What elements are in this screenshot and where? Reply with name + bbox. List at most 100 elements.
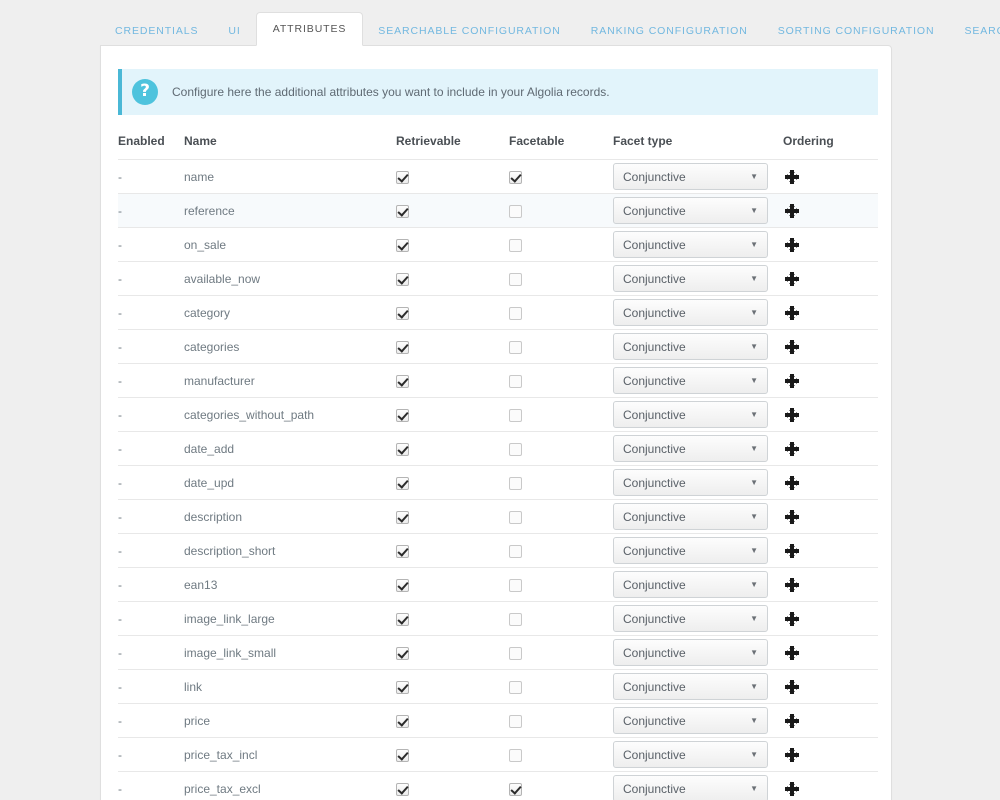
tab-sorting-configuration[interactable]: SORTING CONFIGURATION [763, 14, 950, 46]
facetable-checkbox[interactable] [509, 476, 522, 490]
facetable-checkbox[interactable] [509, 612, 522, 626]
move-arrows-icon[interactable] [785, 713, 799, 728]
move-arrows-icon[interactable] [785, 203, 799, 218]
facet-type-select[interactable]: Conjunctive ▼ [613, 333, 768, 360]
move-arrows-icon[interactable] [785, 543, 799, 558]
facet-type-select[interactable]: Conjunctive ▼ [613, 231, 768, 258]
facet-type-select[interactable]: Conjunctive ▼ [613, 707, 768, 734]
facetable-checkbox[interactable] [509, 646, 522, 660]
table-row[interactable]: - name Conjunctive ▼ [118, 159, 878, 194]
move-arrows-icon[interactable] [785, 237, 799, 252]
facetable-checkbox[interactable] [509, 408, 522, 422]
facetable-checkbox[interactable] [509, 544, 522, 558]
facetable-checkbox[interactable] [509, 782, 522, 796]
tab-credentials[interactable]: CREDENTIALS [100, 14, 213, 46]
move-arrows-icon[interactable] [785, 339, 799, 354]
facetable-checkbox[interactable] [509, 170, 522, 184]
tab-search-term[interactable]: SEARCH TERM [949, 14, 1000, 46]
facet-type-select[interactable]: Conjunctive ▼ [613, 435, 768, 462]
facet-type-select[interactable]: Conjunctive ▼ [613, 741, 768, 768]
facet-type-select[interactable]: Conjunctive ▼ [613, 503, 768, 530]
move-arrows-icon[interactable] [785, 305, 799, 320]
table-row[interactable]: - categories Conjunctive ▼ [118, 329, 878, 364]
retrievable-checkbox[interactable] [396, 578, 409, 592]
facet-type-select[interactable]: Conjunctive ▼ [613, 197, 768, 224]
facetable-checkbox[interactable] [509, 374, 522, 388]
facet-type-select[interactable]: Conjunctive ▼ [613, 639, 768, 666]
retrievable-checkbox[interactable] [396, 374, 409, 388]
move-arrows-icon[interactable] [785, 475, 799, 490]
facet-type-select[interactable]: Conjunctive ▼ [613, 537, 768, 564]
move-arrows-icon[interactable] [785, 679, 799, 694]
move-arrows-icon[interactable] [785, 407, 799, 422]
move-arrows-icon[interactable] [785, 577, 799, 592]
retrievable-checkbox[interactable] [396, 646, 409, 660]
retrievable-checkbox[interactable] [396, 714, 409, 728]
retrievable-checkbox[interactable] [396, 204, 409, 218]
table-row[interactable]: - image_link_small Conjunctive ▼ [118, 635, 878, 670]
facetable-checkbox[interactable] [509, 272, 522, 286]
table-row[interactable]: - ean13 Conjunctive ▼ [118, 567, 878, 602]
move-arrows-icon[interactable] [785, 169, 799, 184]
retrievable-checkbox[interactable] [396, 306, 409, 320]
retrievable-checkbox[interactable] [396, 476, 409, 490]
retrievable-checkbox[interactable] [396, 340, 409, 354]
retrievable-checkbox[interactable] [396, 442, 409, 456]
facetable-checkbox[interactable] [509, 748, 522, 762]
table-row[interactable]: - date_add Conjunctive ▼ [118, 431, 878, 466]
tab-searchable-configuration[interactable]: SEARCHABLE CONFIGURATION [363, 14, 575, 46]
tab-attributes[interactable]: ATTRIBUTES [255, 12, 364, 46]
table-row[interactable]: - on_sale Conjunctive ▼ [118, 227, 878, 262]
table-row[interactable]: - available_now Conjunctive ▼ [118, 261, 878, 296]
move-arrows-icon[interactable] [785, 782, 799, 797]
move-arrows-icon[interactable] [785, 373, 799, 388]
retrievable-checkbox[interactable] [396, 272, 409, 286]
retrievable-checkbox[interactable] [396, 748, 409, 762]
tab-ui[interactable]: UI [213, 14, 255, 46]
facetable-checkbox[interactable] [509, 442, 522, 456]
retrievable-checkbox[interactable] [396, 408, 409, 422]
table-row[interactable]: - image_link_large Conjunctive ▼ [118, 601, 878, 636]
facetable-checkbox[interactable] [509, 306, 522, 320]
move-arrows-icon[interactable] [785, 441, 799, 456]
table-row[interactable]: - price_tax_incl Conjunctive ▼ [118, 737, 878, 772]
table-row[interactable]: - manufacturer Conjunctive ▼ [118, 363, 878, 398]
retrievable-checkbox[interactable] [396, 510, 409, 524]
facetable-checkbox[interactable] [509, 714, 522, 728]
table-row[interactable]: - description Conjunctive ▼ [118, 499, 878, 534]
facetable-checkbox[interactable] [509, 238, 522, 252]
facet-type-select[interactable]: Conjunctive ▼ [613, 571, 768, 598]
move-arrows-icon[interactable] [785, 611, 799, 626]
retrievable-checkbox[interactable] [396, 544, 409, 558]
facet-type-select[interactable]: Conjunctive ▼ [613, 775, 768, 800]
move-arrows-icon[interactable] [785, 509, 799, 524]
table-row[interactable]: - description_short Conjunctive ▼ [118, 533, 878, 568]
retrievable-checkbox[interactable] [396, 170, 409, 184]
facetable-checkbox[interactable] [509, 680, 522, 694]
table-row[interactable]: - date_upd Conjunctive ▼ [118, 465, 878, 500]
facet-type-select[interactable]: Conjunctive ▼ [613, 401, 768, 428]
move-arrows-icon[interactable] [785, 747, 799, 762]
facetable-checkbox[interactable] [509, 510, 522, 524]
facet-type-select[interactable]: Conjunctive ▼ [613, 163, 768, 190]
move-arrows-icon[interactable] [785, 271, 799, 286]
table-row[interactable]: - reference Conjunctive ▼ [118, 193, 878, 228]
facet-type-select[interactable]: Conjunctive ▼ [613, 367, 768, 394]
facet-type-select[interactable]: Conjunctive ▼ [613, 265, 768, 292]
retrievable-checkbox[interactable] [396, 680, 409, 694]
table-row[interactable]: - link Conjunctive ▼ [118, 669, 878, 704]
move-arrows-icon[interactable] [785, 645, 799, 660]
facetable-checkbox[interactable] [509, 204, 522, 218]
retrievable-checkbox[interactable] [396, 238, 409, 252]
facet-type-select[interactable]: Conjunctive ▼ [613, 469, 768, 496]
facet-type-select[interactable]: Conjunctive ▼ [613, 673, 768, 700]
tab-ranking-configuration[interactable]: RANKING CONFIGURATION [576, 14, 763, 46]
table-row[interactable]: - category Conjunctive ▼ [118, 295, 878, 330]
facetable-checkbox[interactable] [509, 578, 522, 592]
facet-type-select[interactable]: Conjunctive ▼ [613, 299, 768, 326]
table-row[interactable]: - categories_without_path Conjunctive ▼ [118, 397, 878, 432]
facet-type-select[interactable]: Conjunctive ▼ [613, 605, 768, 632]
retrievable-checkbox[interactable] [396, 782, 409, 796]
table-row[interactable]: - price Conjunctive ▼ [118, 703, 878, 738]
facetable-checkbox[interactable] [509, 340, 522, 354]
